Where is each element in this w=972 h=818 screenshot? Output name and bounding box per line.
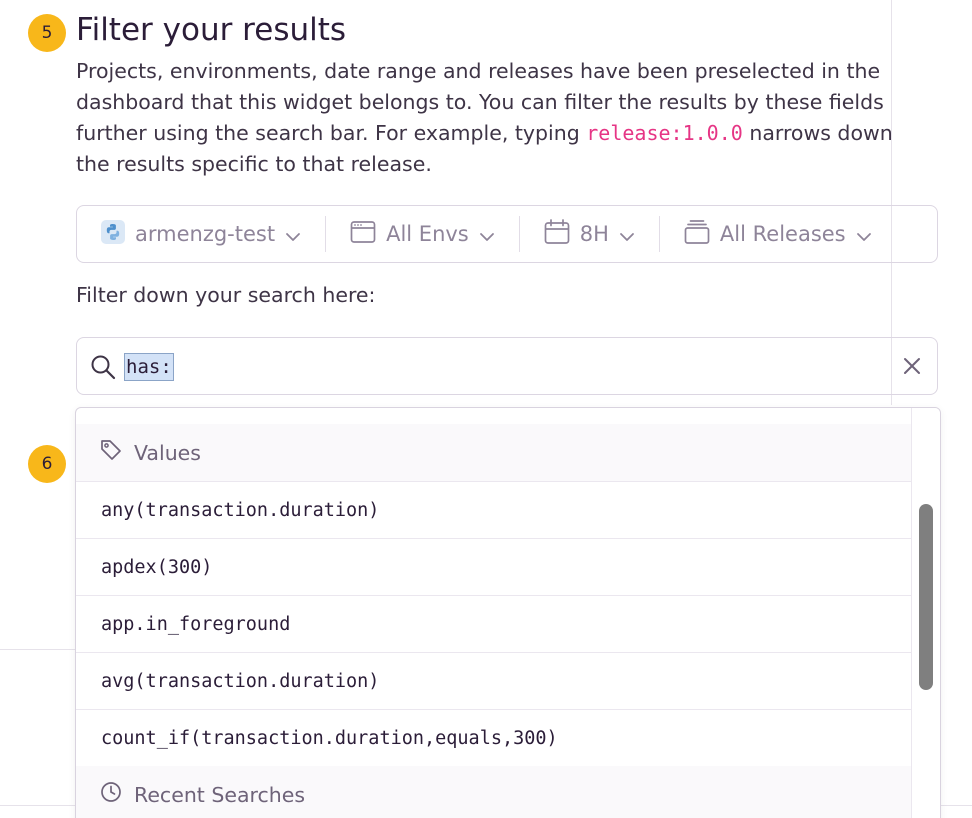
chevron-down-icon (619, 226, 635, 242)
date-range-label: 8H (579, 222, 609, 246)
scrollbar[interactable] (911, 408, 940, 818)
clock-icon (100, 781, 122, 808)
section-description: Projects, environments, date range and r… (76, 56, 926, 180)
scrollbar-thumb[interactable] (919, 504, 933, 690)
search-instruction-label: Filter down your search here: (76, 283, 376, 307)
values-group-header: Values (76, 424, 912, 482)
values-header-label: Values (134, 440, 201, 465)
environment-selector[interactable]: All Envs (326, 216, 519, 252)
release-selector[interactable]: All Releases (660, 216, 896, 252)
tag-icon (100, 439, 122, 466)
project-label: armenzg-test (135, 222, 276, 246)
list-item[interactable]: count_if(transaction.duration,equals,300… (76, 710, 912, 766)
project-selector[interactable]: armenzg-test (77, 216, 325, 252)
chevron-down-icon (479, 226, 495, 242)
list-item[interactable]: any(transaction.duration) (76, 482, 912, 539)
chevron-down-icon (856, 226, 872, 242)
horizontal-divider-left (0, 649, 76, 650)
step-6-badge: 6 (28, 445, 66, 483)
search-autocomplete-dropdown: Values any(transaction.duration) apdex(3… (75, 407, 941, 818)
calendar-icon (544, 218, 570, 250)
date-range-selector[interactable]: 8H (520, 216, 659, 252)
chevron-down-icon (285, 226, 301, 242)
release-label: All Releases (719, 222, 846, 246)
search-icon (90, 354, 116, 384)
package-icon (684, 219, 710, 250)
search-query-token[interactable]: has: (124, 353, 174, 381)
search-input[interactable]: has: (76, 337, 938, 395)
page: 5 6 Filter your results Projects, enviro… (0, 0, 972, 818)
environment-label: All Envs (386, 222, 469, 246)
step-5-badge: 5 (28, 14, 66, 52)
list-item[interactable]: apdex(300) (76, 539, 912, 596)
window-icon (350, 220, 376, 249)
recent-searches-label: Recent Searches (134, 782, 306, 807)
recent-searches-group-header: Recent Searches (76, 766, 912, 818)
close-icon[interactable] (903, 357, 921, 379)
dropdown-list: Values any(transaction.duration) apdex(3… (76, 424, 912, 818)
python-icon (101, 219, 125, 249)
list-item[interactable]: app.in_foreground (76, 596, 912, 653)
list-item[interactable]: avg(transaction.duration) (76, 653, 912, 710)
description-code-example: release:1.0.0 (586, 121, 743, 145)
section-title: Filter your results (76, 12, 347, 48)
page-filter-bar: armenzg-test All Envs 8H All Releases (76, 205, 938, 263)
